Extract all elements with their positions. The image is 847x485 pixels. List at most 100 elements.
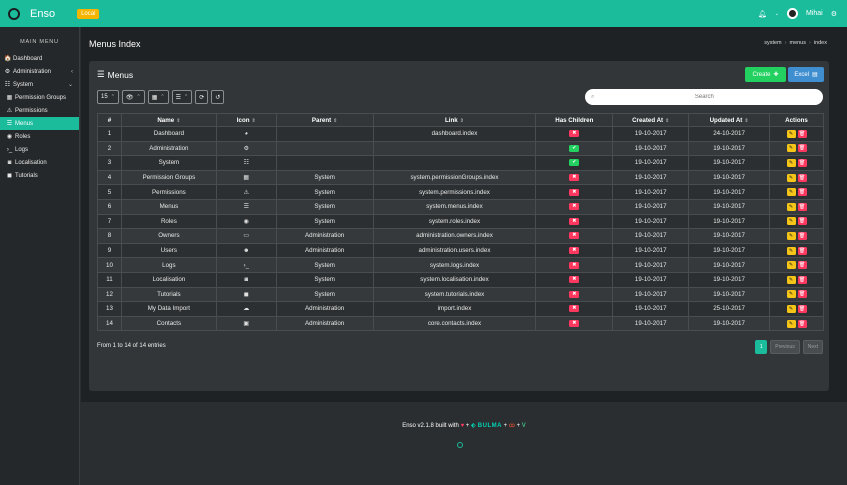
reload-button[interactable]: ⟳	[195, 90, 209, 104]
trash-icon[interactable]: 🗑︎	[797, 231, 807, 240]
next-button[interactable]: Next	[802, 340, 823, 354]
edit-icon[interactable]: ✎	[786, 173, 796, 182]
trash-icon[interactable]: 🗑︎	[797, 188, 807, 197]
search-box[interactable]: ⌕	[585, 89, 823, 105]
cell-created-at: 19-10-2017	[612, 126, 690, 142]
sidebar-item-localisation[interactable]: ◙ Localisation	[0, 156, 79, 169]
enso-logo-icon[interactable]	[8, 7, 20, 20]
times-icon: ✖	[569, 246, 580, 254]
edit-icon[interactable]: ✎	[786, 290, 796, 299]
column-header-parent[interactable]: Parent ⇕	[275, 113, 374, 127]
sidebar-item-label: Localisation	[15, 159, 47, 166]
times-icon: ✖	[569, 203, 580, 211]
columns-dropdown[interactable]: ▦ ⌃	[147, 90, 169, 104]
search-input[interactable]	[594, 94, 815, 100]
edit-icon[interactable]: ✎	[786, 188, 796, 197]
edit-icon[interactable]: ✎	[786, 202, 796, 211]
times-icon: ✖	[569, 217, 580, 225]
table-row: 5 Permissions ⚠ System system.permissions.in…	[97, 184, 824, 200]
cogs-icon[interactable]: ⚙	[831, 10, 837, 18]
page-button-current[interactable]: 1	[755, 340, 768, 354]
sidebar-item-roles[interactable]: ◉ Roles	[0, 130, 79, 143]
sidebar-item-dashboard[interactable]: 🏠 Dashboard	[0, 52, 79, 65]
trash-icon[interactable]: 🗑︎	[797, 217, 807, 226]
breadcrumb-separator: ›	[809, 40, 811, 46]
trash-icon[interactable]: 🗑︎	[797, 261, 807, 270]
cell-updated-at: 19-10-2017	[688, 242, 770, 259]
sidebar-item-logs[interactable]: ›_ Logs	[0, 143, 79, 156]
edit-icon[interactable]: ✎	[786, 261, 796, 270]
times-icon: ✖	[569, 188, 580, 196]
trash-icon[interactable]: 🗑︎	[797, 173, 807, 182]
page-title: Menus Index	[89, 39, 141, 49]
sidebar-item-label: Logs	[15, 146, 29, 153]
cell-updated-at: 24-10-2017	[688, 126, 770, 142]
edit-icon[interactable]: ✎	[786, 304, 796, 313]
cell-link	[372, 140, 537, 157]
cell-link: dashboard.index	[372, 126, 537, 142]
bulma-logo-icon[interactable]: ⬖	[471, 423, 476, 429]
excel-button[interactable]: Excel ▤	[788, 67, 824, 82]
trash-icon[interactable]: 🗑︎	[797, 158, 807, 167]
column-header-created-at[interactable]: Created At ⇕	[612, 113, 690, 127]
trash-icon[interactable]: 🗑︎	[797, 275, 807, 284]
trash-icon[interactable]: 🗑︎	[797, 246, 807, 255]
app-title[interactable]: Enso	[30, 8, 55, 20]
sidebar-item-system[interactable]: ☷ System ⌄	[0, 78, 79, 91]
edit-icon[interactable]: ✎	[786, 129, 796, 138]
avatar[interactable]	[786, 8, 798, 19]
user-name[interactable]: Mihai	[806, 10, 823, 17]
cell-actions: ✎ 🗑︎	[769, 155, 824, 171]
edit-icon[interactable]: ✎	[786, 319, 796, 328]
trash-icon[interactable]: 🗑︎	[797, 290, 807, 299]
edit-icon[interactable]: ✎	[786, 246, 796, 255]
menus-table: # Name ⇕ Icon ⇕ Parent ⇕ Link ⇕ Has Children…	[97, 113, 824, 332]
vue-logo-icon[interactable]: V	[522, 423, 526, 429]
visibility-dropdown[interactable]: 👁︎ ⌃	[121, 90, 145, 104]
cell-icon: ›_	[215, 257, 277, 273]
sidebar-item-permission-groups[interactable]: ▦ Permission Groups	[0, 91, 79, 104]
chevron-up-icon: ⌃	[160, 94, 165, 100]
sidebar-item-tutorials[interactable]: ◼ Tutorials	[0, 169, 79, 182]
cell-actions: ✎ 🗑︎	[769, 257, 824, 273]
edit-icon[interactable]: ✎	[786, 217, 796, 226]
style-dropdown[interactable]: ☰ ⌃	[171, 90, 193, 104]
breadcrumb-item[interactable]: menus	[789, 40, 806, 46]
chevron-down-icon[interactable]: ⌄	[775, 11, 779, 17]
cell-created-at: 19-10-2017	[612, 140, 690, 157]
cell-created-at: 19-10-2017	[612, 257, 690, 273]
table-row: 13 My Data Import ☁ Administration import.in…	[97, 301, 824, 317]
trash-icon[interactable]: 🗑︎	[797, 319, 807, 328]
sidebar-item-permissions[interactable]: ⚠ Permissions	[0, 104, 79, 117]
create-button[interactable]: Create ✚	[745, 67, 786, 82]
times-icon: ✖	[569, 305, 580, 313]
bell-icon[interactable]: 🔔︎	[758, 10, 767, 18]
cell-name: Dashboard	[120, 126, 217, 142]
heart-icon: ♥	[460, 423, 465, 429]
top-navbar: Enso Local 🔔︎ ⌄ Mihai ⚙	[0, 0, 847, 27]
menu-icon: ◕	[244, 131, 249, 138]
cell-link: administration.owners.index	[372, 228, 537, 244]
trash-icon[interactable]: 🗑︎	[797, 144, 807, 153]
sidebar-item-menus[interactable]: ☰ Menus	[0, 117, 79, 130]
trash-icon[interactable]: 🗑︎	[797, 304, 807, 313]
sort-icon: ⇕	[176, 117, 181, 124]
edit-icon[interactable]: ✎	[786, 144, 796, 153]
sidebar-item-administration[interactable]: ⚙ Administration ‹	[0, 65, 79, 78]
laravel-logo-icon[interactable]: ꝏ	[509, 423, 515, 429]
cell-actions: ✎ 🗑︎	[769, 301, 824, 317]
column-header-link[interactable]: Link ⇕	[372, 113, 537, 127]
column-header-updated-at[interactable]: Updated At ⇕	[688, 113, 770, 127]
enso-footer-logo-icon[interactable]	[457, 442, 463, 448]
edit-icon[interactable]: ✎	[786, 158, 796, 167]
edit-icon[interactable]: ✎	[786, 275, 796, 284]
trash-icon[interactable]: 🗑︎	[797, 129, 807, 138]
page-size-dropdown[interactable]: 15 ⌃	[97, 90, 119, 104]
reset-button[interactable]: ↺	[211, 90, 225, 104]
column-header-name[interactable]: Name ⇕	[120, 113, 217, 127]
edit-icon[interactable]: ✎	[786, 231, 796, 240]
column-header-icon[interactable]: Icon ⇕	[215, 113, 277, 127]
trash-icon[interactable]: 🗑︎	[797, 202, 807, 211]
previous-button[interactable]: Previous	[770, 340, 800, 354]
breadcrumb-item[interactable]: system	[764, 40, 781, 46]
